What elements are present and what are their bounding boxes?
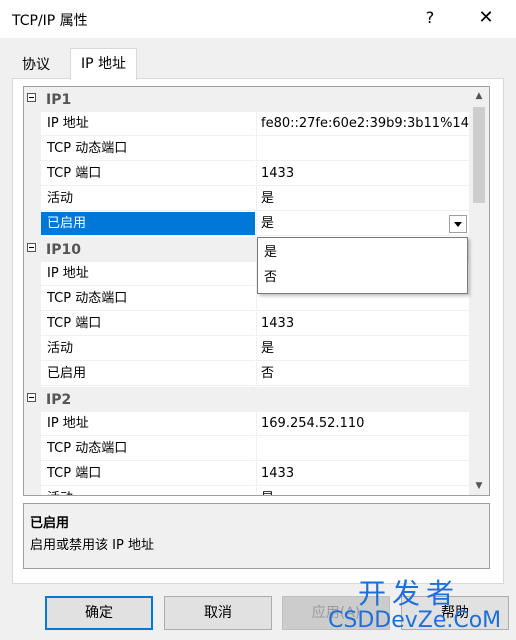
section-ip2[interactable]: IP2	[24, 387, 469, 412]
description-title: 已启用	[30, 516, 70, 531]
property-value[interactable]: 169.254.52.110	[256, 412, 469, 436]
section-label: IP10	[46, 242, 81, 258]
cancel-button[interactable]: 取消	[164, 596, 272, 630]
property-value[interactable]	[256, 437, 469, 461]
property-name: IP 地址	[41, 112, 255, 136]
property-value-editor[interactable]: 是	[256, 212, 469, 236]
scroll-down-icon[interactable]: ▼	[469, 477, 489, 495]
section-label: IP2	[46, 392, 72, 408]
property-name: TCP 动态端口	[41, 287, 255, 311]
property-value[interactable]: 是	[256, 337, 469, 361]
property-row[interactable]: IP 地址 169.254.52.110	[24, 412, 469, 437]
property-value[interactable]: 1433	[256, 462, 469, 486]
property-row[interactable]: 已启用 否	[24, 362, 469, 387]
property-value[interactable]: 1433	[256, 162, 469, 186]
dropdown-list[interactable]: 是 否	[257, 237, 468, 294]
description-text: 启用或禁用该 IP 地址	[30, 538, 154, 553]
property-name: TCP 端口	[41, 462, 255, 486]
property-name: TCP 端口	[41, 162, 255, 186]
section-label: IP1	[46, 92, 72, 108]
property-row[interactable]: 活动 是	[24, 187, 469, 212]
help-icon[interactable]: ?	[418, 6, 442, 30]
watermark-logo: 开发者	[358, 577, 461, 610]
property-row-selected[interactable]: 已启用 是	[24, 212, 469, 237]
property-name: 活动	[41, 187, 255, 211]
property-name: IP 地址	[41, 262, 255, 286]
collapse-icon[interactable]	[27, 393, 36, 402]
dropdown-arrow-icon[interactable]	[449, 215, 467, 233]
window-title: TCP/IP 属性	[12, 13, 88, 29]
property-name: IP 地址	[41, 412, 255, 436]
property-name: TCP 动态端口	[41, 437, 255, 461]
tab-protocol[interactable]: 协议	[12, 52, 60, 78]
dropdown-option-yes[interactable]: 是	[258, 241, 467, 265]
scroll-up-icon[interactable]: ▲	[469, 87, 489, 105]
property-row[interactable]: TCP 动态端口	[24, 137, 469, 162]
vertical-scrollbar[interactable]: ▲ ▼	[469, 87, 489, 495]
ok-button[interactable]: 确定	[45, 596, 153, 630]
property-name: 活动	[41, 337, 255, 361]
property-value[interactable]: fe80::27fe:60e2:39b9:3b11%14	[256, 112, 469, 136]
property-row[interactable]: TCP 端口 1433	[24, 462, 469, 487]
property-value[interactable]	[256, 137, 469, 161]
section-ip1[interactable]: IP1	[24, 87, 469, 112]
property-name: 已启用	[41, 212, 255, 236]
description-pane: 已启用 启用或禁用该 IP 地址	[23, 503, 490, 569]
property-row[interactable]: TCP 端口 1433	[24, 162, 469, 187]
editor-value: 是	[261, 216, 275, 231]
property-row[interactable]: TCP 动态端口	[24, 437, 469, 462]
scrollbar-thumb[interactable]	[473, 107, 485, 203]
property-row[interactable]: 活动 是	[24, 337, 469, 362]
close-icon[interactable]: ✕	[474, 6, 498, 30]
property-name: 活动	[41, 487, 255, 495]
collapse-icon[interactable]	[27, 243, 36, 252]
property-value[interactable]: 是	[256, 187, 469, 211]
property-value[interactable]: 1433	[256, 312, 469, 336]
title-bar: TCP/IP 属性 ? ✕	[0, 0, 516, 38]
dropdown-option-no[interactable]: 否	[258, 266, 467, 290]
property-row[interactable]: TCP 端口 1433	[24, 312, 469, 337]
property-name: TCP 端口	[41, 312, 255, 336]
property-value[interactable]: 否	[256, 362, 469, 386]
tab-ip-address[interactable]: IP 地址	[70, 48, 138, 80]
property-name: TCP 动态端口	[41, 137, 255, 161]
property-row[interactable]: IP 地址 fe80::27fe:60e2:39b9:3b11%14	[24, 112, 469, 137]
collapse-icon[interactable]	[27, 93, 36, 102]
watermark-text: CSDDevZe.CoM	[328, 608, 502, 633]
property-row[interactable]: 活动 是	[24, 487, 469, 495]
property-value[interactable]: 是	[256, 487, 469, 495]
property-name: 已启用	[41, 362, 255, 386]
